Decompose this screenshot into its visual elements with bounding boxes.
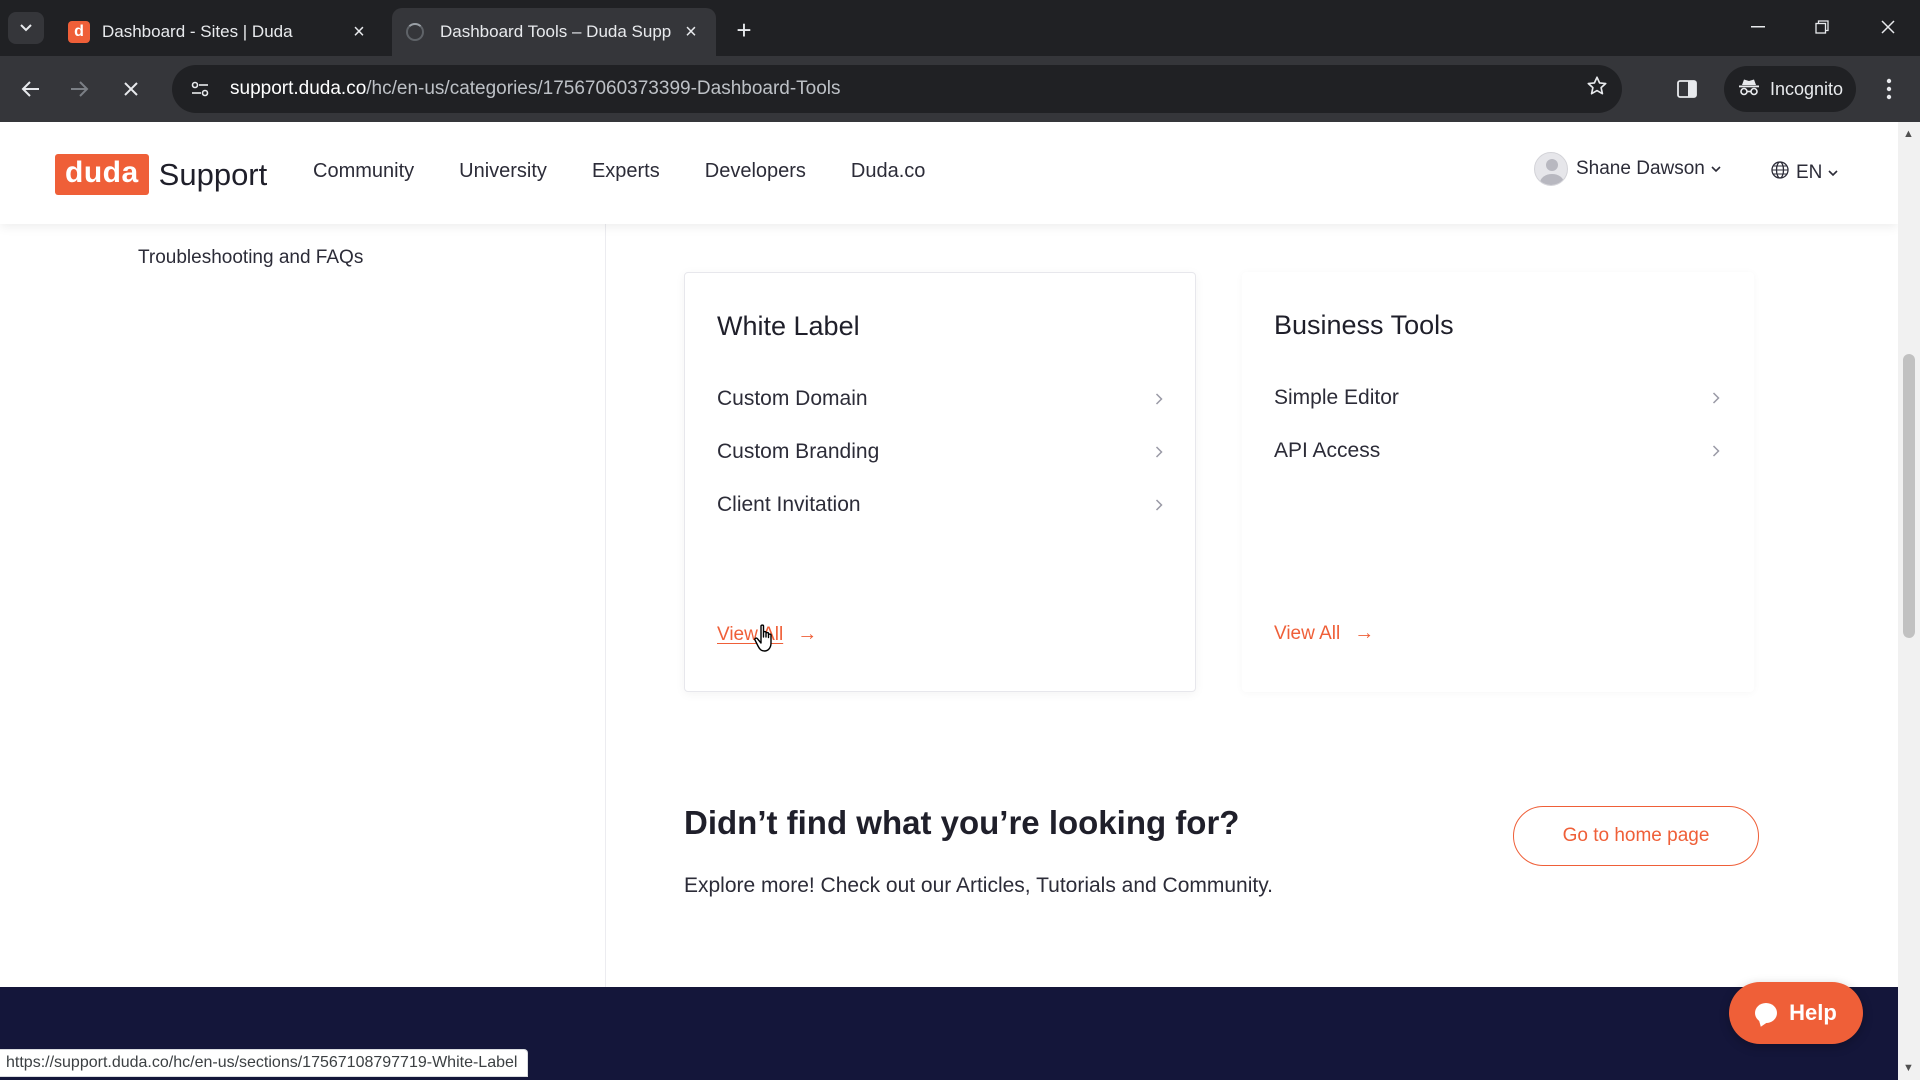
tab-title: Dashboard Tools – Duda Suppc (440, 22, 672, 41)
chevron-right-icon (1155, 495, 1163, 516)
browser-tab-bar: d Dashboard - Sites | Duda × Dashboard T… (0, 0, 1920, 56)
chevron-right-icon (1155, 389, 1163, 410)
not-found-heading: Didn’t find what you’re looking for? (684, 804, 1240, 841)
arrow-right-icon: → (1354, 622, 1375, 644)
address-bar[interactable]: support.duda.co/hc/en-us/categories/1756… (172, 65, 1622, 113)
duda-favicon-icon: d (68, 21, 90, 43)
language-selector[interactable]: EN (1770, 160, 1838, 186)
page-scrollbar[interactable]: ▲ ▼ (1898, 122, 1920, 1080)
incognito-profile-button[interactable]: Incognito (1724, 66, 1856, 112)
browser-menu-button[interactable] (1874, 72, 1904, 106)
arrow-left-icon (21, 81, 39, 97)
section-link-label: API Access (1274, 439, 1381, 462)
minimize-icon (1751, 26, 1765, 28)
restore-window-button[interactable] (1802, 10, 1842, 44)
chevron-down-icon (20, 24, 32, 32)
sidebar-item-troubleshooting[interactable]: Troubleshooting and FAQs (138, 247, 363, 269)
scroll-up-arrow-icon[interactable]: ▲ (1903, 128, 1914, 140)
incognito-icon (1738, 78, 1760, 101)
url-host: support.duda.co (230, 78, 367, 99)
duda-support-logo[interactable]: duda Support (55, 154, 267, 195)
link-status-url: https://support.duda.co/hc/en-us/section… (0, 1049, 529, 1077)
card-title: White Label (717, 311, 860, 341)
chat-bubble-icon (1755, 1003, 1778, 1023)
nav-developers[interactable]: Developers (705, 160, 806, 183)
help-label: Help (1789, 1000, 1837, 1025)
url-path: /hc/en-us/categories/17567060373399-Dash… (366, 78, 841, 99)
close-icon (124, 82, 138, 96)
view-all-link-business-tools[interactable]: View All → (1274, 622, 1374, 645)
minimize-window-button[interactable] (1738, 10, 1778, 44)
browser-tab-dashboard[interactable]: d Dashboard - Sites | Duda × (54, 8, 384, 56)
user-name: Shane Dawson (1576, 158, 1705, 179)
chevron-right-icon (1155, 442, 1163, 463)
go-to-home-page-button[interactable]: Go to home page (1513, 806, 1759, 866)
not-found-subtext: Explore more! Check out our Articles, Tu… (684, 874, 1274, 897)
browser-toolbar: support.duda.co/hc/en-us/categories/1756… (0, 56, 1920, 122)
section-link-client-invitation[interactable]: Client Invitation (717, 485, 1163, 525)
section-link-custom-domain[interactable]: Custom Domain (717, 379, 1163, 419)
section-link-label: Custom Branding (717, 440, 880, 463)
scroll-down-arrow-icon[interactable]: ▼ (1903, 1062, 1914, 1074)
more-vertical-icon (1886, 78, 1892, 100)
scrollbar-thumb[interactable] (1903, 354, 1915, 638)
chevron-right-icon (1712, 441, 1720, 462)
section-link-label: Client Invitation (717, 493, 861, 516)
category-card-business-tools: Business Tools Simple Editor API Access … (1242, 272, 1754, 692)
card-title: Business Tools (1274, 310, 1454, 340)
page-viewport: duda Support Community University Expert… (0, 122, 1898, 1080)
top-navigation: Community University Experts Developers … (313, 160, 970, 183)
section-link-label: Simple Editor (1274, 386, 1399, 409)
nav-experts[interactable]: Experts (592, 160, 660, 183)
language-code: EN (1796, 162, 1823, 183)
nav-university[interactable]: University (459, 160, 547, 183)
arrow-right-icon (71, 81, 89, 97)
close-icon[interactable]: × (348, 21, 370, 43)
sidebar-divider (605, 222, 606, 1080)
close-icon (1881, 20, 1895, 34)
section-link-label: Custom Domain (717, 387, 868, 410)
browser-tab-dashboard-tools[interactable]: Dashboard Tools – Duda Suppc × (392, 8, 716, 56)
side-panel-icon (1677, 80, 1697, 98)
url-text: support.duda.co/hc/en-us/categories/1756… (230, 78, 841, 100)
forward-button[interactable] (62, 72, 96, 106)
tab-title: Dashboard - Sites | Duda (102, 22, 293, 41)
chevron-down-icon (1711, 162, 1721, 176)
side-panel-button[interactable] (1670, 72, 1704, 106)
section-link-simple-editor[interactable]: Simple Editor (1274, 378, 1720, 418)
logo-mark: duda (55, 154, 149, 195)
chevron-right-icon (1712, 388, 1720, 409)
chevron-down-icon (1828, 166, 1838, 180)
section-link-custom-branding[interactable]: Custom Branding (717, 432, 1163, 472)
nav-community[interactable]: Community (313, 160, 414, 183)
site-settings-icon[interactable] (180, 69, 220, 109)
incognito-label: Incognito (1770, 78, 1844, 99)
stop-loading-button[interactable] (114, 72, 148, 106)
nav-duda-co[interactable]: Duda.co (851, 160, 926, 183)
hand-pointer-cursor-icon (753, 624, 779, 659)
close-icon[interactable]: × (680, 21, 702, 43)
tab-search-button[interactable] (8, 12, 44, 44)
new-tab-button[interactable]: + (728, 14, 760, 46)
logo-support-text: Support (158, 156, 268, 192)
help-button[interactable]: Help (1729, 982, 1863, 1044)
avatar (1534, 152, 1568, 186)
user-menu[interactable]: Shane Dawson (1534, 152, 1721, 186)
restore-icon (1815, 20, 1829, 34)
globe-icon (1770, 160, 1790, 186)
back-button[interactable] (14, 72, 48, 106)
section-link-api-access[interactable]: API Access (1274, 431, 1720, 471)
arrow-right-icon: → (797, 623, 818, 645)
bookmark-star-icon[interactable] (1586, 75, 1608, 104)
close-window-button[interactable] (1868, 10, 1908, 44)
view-all-label: View All (1274, 622, 1341, 644)
loading-spinner-icon (406, 23, 424, 41)
site-header: duda Support Community University Expert… (0, 122, 1898, 224)
